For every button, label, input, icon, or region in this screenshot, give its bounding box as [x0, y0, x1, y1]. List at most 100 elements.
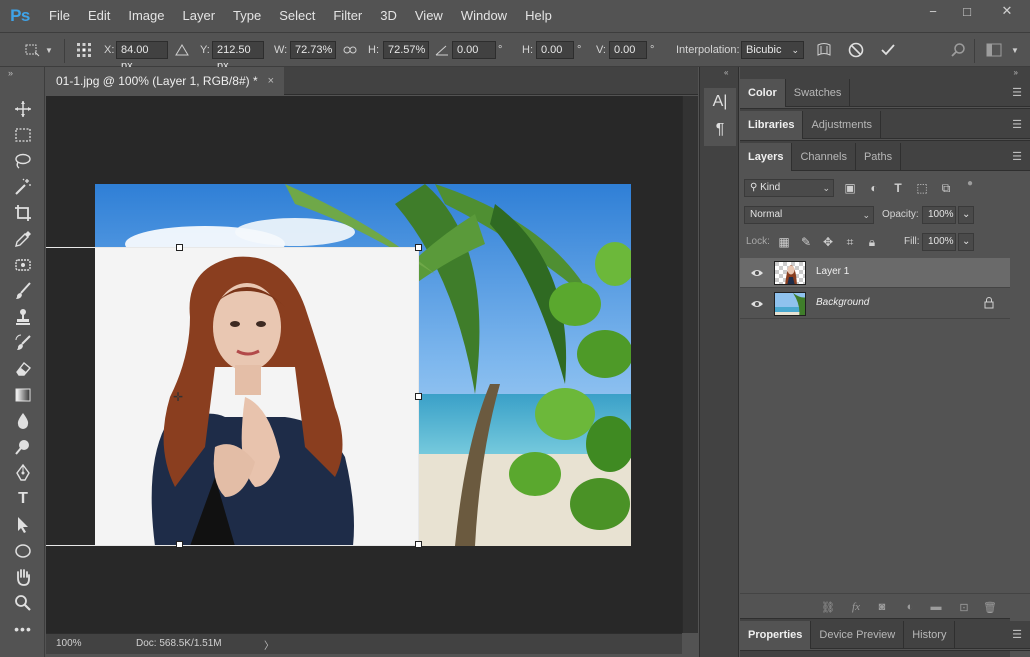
- filter-adjustment-icon[interactable]: ◐: [866, 180, 882, 196]
- x-field[interactable]: 84.00 px: [116, 41, 168, 72]
- tab-channels[interactable]: Channels: [792, 143, 856, 171]
- delete-layer-icon[interactable]: 🗑︎: [982, 599, 998, 615]
- menu-help[interactable]: Help: [516, 0, 561, 32]
- close-window-button[interactable]: ✕: [984, 0, 1030, 22]
- character-panel-icon[interactable]: A|: [704, 88, 736, 116]
- workspace-dropdown-icon[interactable]: ▼: [1008, 40, 1022, 60]
- reference-point-icon[interactable]: [74, 40, 94, 60]
- new-layer-icon[interactable]: ⊡: [956, 599, 972, 615]
- h-skew-field[interactable]: 0.00: [536, 41, 574, 59]
- menu-file[interactable]: File: [40, 0, 79, 32]
- paragraph-panel-icon[interactable]: ¶: [704, 116, 736, 144]
- fill-dropdown-icon[interactable]: ⌄: [958, 233, 974, 251]
- layer-filter-select[interactable]: ⚲ Kind ⌄: [744, 179, 834, 197]
- filter-pixel-icon[interactable]: ▣: [842, 180, 858, 196]
- minimize-button[interactable]: −: [916, 0, 950, 22]
- layer-row-background[interactable]: Background: [740, 289, 1010, 319]
- lasso-tool-icon[interactable]: [11, 149, 35, 173]
- tab-color[interactable]: Color: [740, 79, 786, 107]
- visibility-eye-icon[interactable]: [750, 266, 764, 280]
- crop-tool-icon[interactable]: [11, 201, 35, 225]
- zoom-tool-icon[interactable]: [11, 591, 35, 615]
- menu-edit[interactable]: Edit: [79, 0, 119, 32]
- cancel-transform-icon[interactable]: [846, 40, 866, 60]
- tab-properties[interactable]: Properties: [740, 621, 812, 649]
- panel-menu-icon[interactable]: ☰: [1012, 621, 1022, 649]
- lock-transparent-pixels-icon[interactable]: ▦: [776, 234, 792, 250]
- close-document-icon[interactable]: ×: [268, 75, 274, 87]
- hand-tool-icon[interactable]: [11, 565, 35, 589]
- panel-menu-icon[interactable]: ☰: [1012, 79, 1022, 107]
- blend-mode-select[interactable]: Normal ⌄: [744, 206, 874, 224]
- tab-device-preview[interactable]: Device Preview: [811, 621, 905, 649]
- canvas-area[interactable]: ✛: [46, 96, 682, 633]
- tab-adjustments[interactable]: Adjustments: [803, 111, 881, 139]
- eyedropper-tool-icon[interactable]: [11, 227, 35, 251]
- filter-shape-icon[interactable]: ⬚: [914, 180, 930, 196]
- collapse-grip-icon[interactable]: »: [0, 67, 44, 79]
- add-mask-icon[interactable]: ◙: [874, 599, 890, 615]
- menu-filter[interactable]: Filter: [324, 0, 371, 32]
- eraser-tool-icon[interactable]: [11, 357, 35, 381]
- healing-brush-tool-icon[interactable]: [11, 253, 35, 277]
- zoom-level[interactable]: 100%: [56, 638, 82, 649]
- warp-mode-icon[interactable]: [814, 40, 834, 60]
- y-field[interactable]: 212.50 px: [212, 41, 264, 72]
- clone-stamp-tool-icon[interactable]: [11, 305, 35, 329]
- opacity-dropdown-icon[interactable]: ⌄: [958, 206, 974, 224]
- tab-history[interactable]: History: [904, 621, 956, 649]
- edit-toolbar-icon[interactable]: •••: [11, 617, 35, 641]
- collapse-grip-icon[interactable]: «: [700, 67, 738, 79]
- type-tool-icon[interactable]: T: [11, 487, 35, 511]
- lock-image-pixels-icon[interactable]: ✎: [798, 234, 814, 250]
- height-field[interactable]: 72.57%: [383, 41, 429, 59]
- tab-libraries[interactable]: Libraries: [740, 111, 804, 139]
- layer-row-layer-1[interactable]: Layer 1: [740, 258, 1010, 288]
- link-layers-icon[interactable]: ⛓: [820, 599, 836, 615]
- panel-menu-icon[interactable]: ☰: [1012, 143, 1022, 171]
- restore-button[interactable]: □: [950, 0, 984, 22]
- menu-layer[interactable]: Layer: [174, 0, 225, 32]
- layer-name[interactable]: Background: [816, 297, 869, 308]
- opacity-field[interactable]: 100%: [922, 206, 956, 224]
- lock-position-icon[interactable]: ✥: [820, 234, 836, 250]
- tab-paths[interactable]: Paths: [856, 143, 902, 171]
- marquee-tool-icon[interactable]: [11, 123, 35, 147]
- quick-selection-tool-icon[interactable]: [11, 175, 35, 199]
- transform-tool-preset-icon[interactable]: [22, 40, 42, 60]
- move-tool-icon[interactable]: [11, 97, 35, 121]
- panel-menu-icon[interactable]: ☰: [1012, 111, 1022, 139]
- preset-dropdown-icon[interactable]: ▼: [42, 40, 56, 60]
- v-skew-field[interactable]: 0.00: [609, 41, 647, 59]
- reference-point-icon[interactable]: ✛: [173, 391, 185, 403]
- search-icon[interactable]: [948, 40, 968, 60]
- layer-name[interactable]: Layer 1: [816, 266, 849, 277]
- tab-layers[interactable]: Layers: [740, 143, 793, 171]
- blur-tool-icon[interactable]: [11, 409, 35, 433]
- workspace-icon[interactable]: [984, 40, 1004, 60]
- menu-select[interactable]: Select: [270, 0, 324, 32]
- visibility-eye-icon[interactable]: [750, 297, 764, 311]
- commit-transform-icon[interactable]: [878, 40, 898, 60]
- layer-style-icon[interactable]: fx: [848, 599, 864, 615]
- tab-swatches[interactable]: Swatches: [786, 79, 851, 107]
- gradient-tool-icon[interactable]: [11, 383, 35, 407]
- filter-toggle-icon[interactable]: ●: [962, 175, 978, 191]
- relative-position-icon[interactable]: [172, 40, 192, 60]
- vertical-scrollbar[interactable]: [682, 96, 698, 633]
- menu-type[interactable]: Type: [224, 0, 270, 32]
- ellipse-tool-icon[interactable]: [11, 539, 35, 563]
- adjustment-layer-icon[interactable]: ◐: [902, 599, 918, 615]
- link-icon[interactable]: [340, 40, 360, 60]
- menu-view[interactable]: View: [406, 0, 452, 32]
- collapse-grip-icon[interactable]: »: [740, 67, 1030, 79]
- pen-tool-icon[interactable]: [11, 461, 35, 485]
- fill-field[interactable]: 100%: [922, 233, 956, 251]
- menu-image[interactable]: Image: [119, 0, 173, 32]
- document-tab[interactable]: 01-1.jpg @ 100% (Layer 1, RGB/8#) * ×: [46, 67, 285, 95]
- menu-3d[interactable]: 3D: [371, 0, 406, 32]
- width-field[interactable]: 72.73%: [290, 41, 336, 59]
- filter-smart-object-icon[interactable]: ⧉: [938, 180, 954, 196]
- history-brush-tool-icon[interactable]: [11, 331, 35, 355]
- interpolation-select[interactable]: Bicubic ⌄: [741, 41, 804, 59]
